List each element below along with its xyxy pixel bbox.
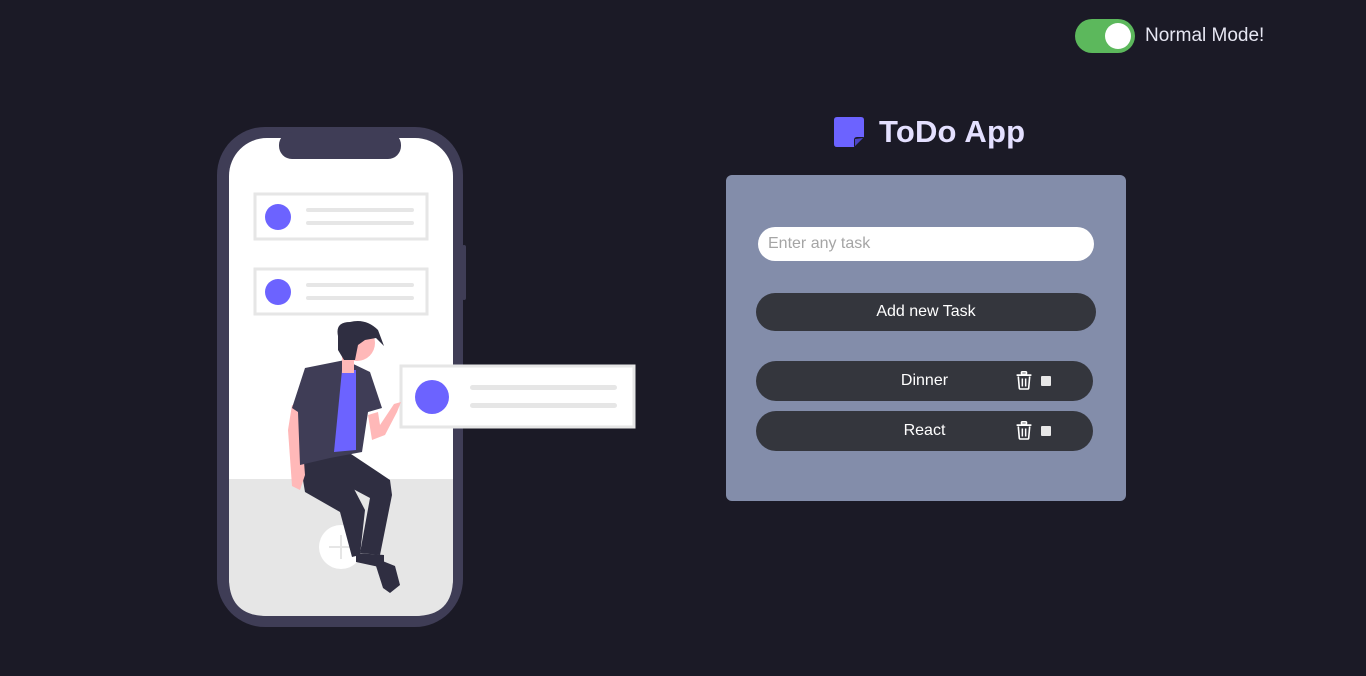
page-title: ToDo App: [879, 114, 1026, 149]
complete-checkbox[interactable]: [1041, 376, 1051, 386]
toggle-switch-icon[interactable]: [1075, 19, 1135, 53]
page: Normal Mode! ToDo App Enter any task Add…: [0, 0, 1366, 676]
mode-toggle[interactable]: Normal Mode!: [1075, 19, 1264, 53]
todo-panel: Add new Task Dinner React: [726, 175, 1126, 501]
sticky-note-icon: [834, 117, 864, 147]
trash-icon[interactable]: [1016, 371, 1032, 390]
task-input[interactable]: [758, 227, 1094, 261]
mode-label: Normal Mode!: [1145, 25, 1265, 46]
toggle-knob: [1105, 23, 1131, 49]
task-item: Dinner: [756, 361, 1093, 401]
task-list: Dinner React: [756, 361, 1093, 461]
complete-checkbox[interactable]: [1041, 426, 1051, 436]
hero-illustration: [217, 127, 636, 627]
app-header: ToDo App: [834, 112, 1025, 152]
task-item: React: [756, 411, 1093, 451]
trash-icon[interactable]: [1016, 421, 1032, 440]
add-task-button[interactable]: Add new Task: [756, 293, 1096, 331]
